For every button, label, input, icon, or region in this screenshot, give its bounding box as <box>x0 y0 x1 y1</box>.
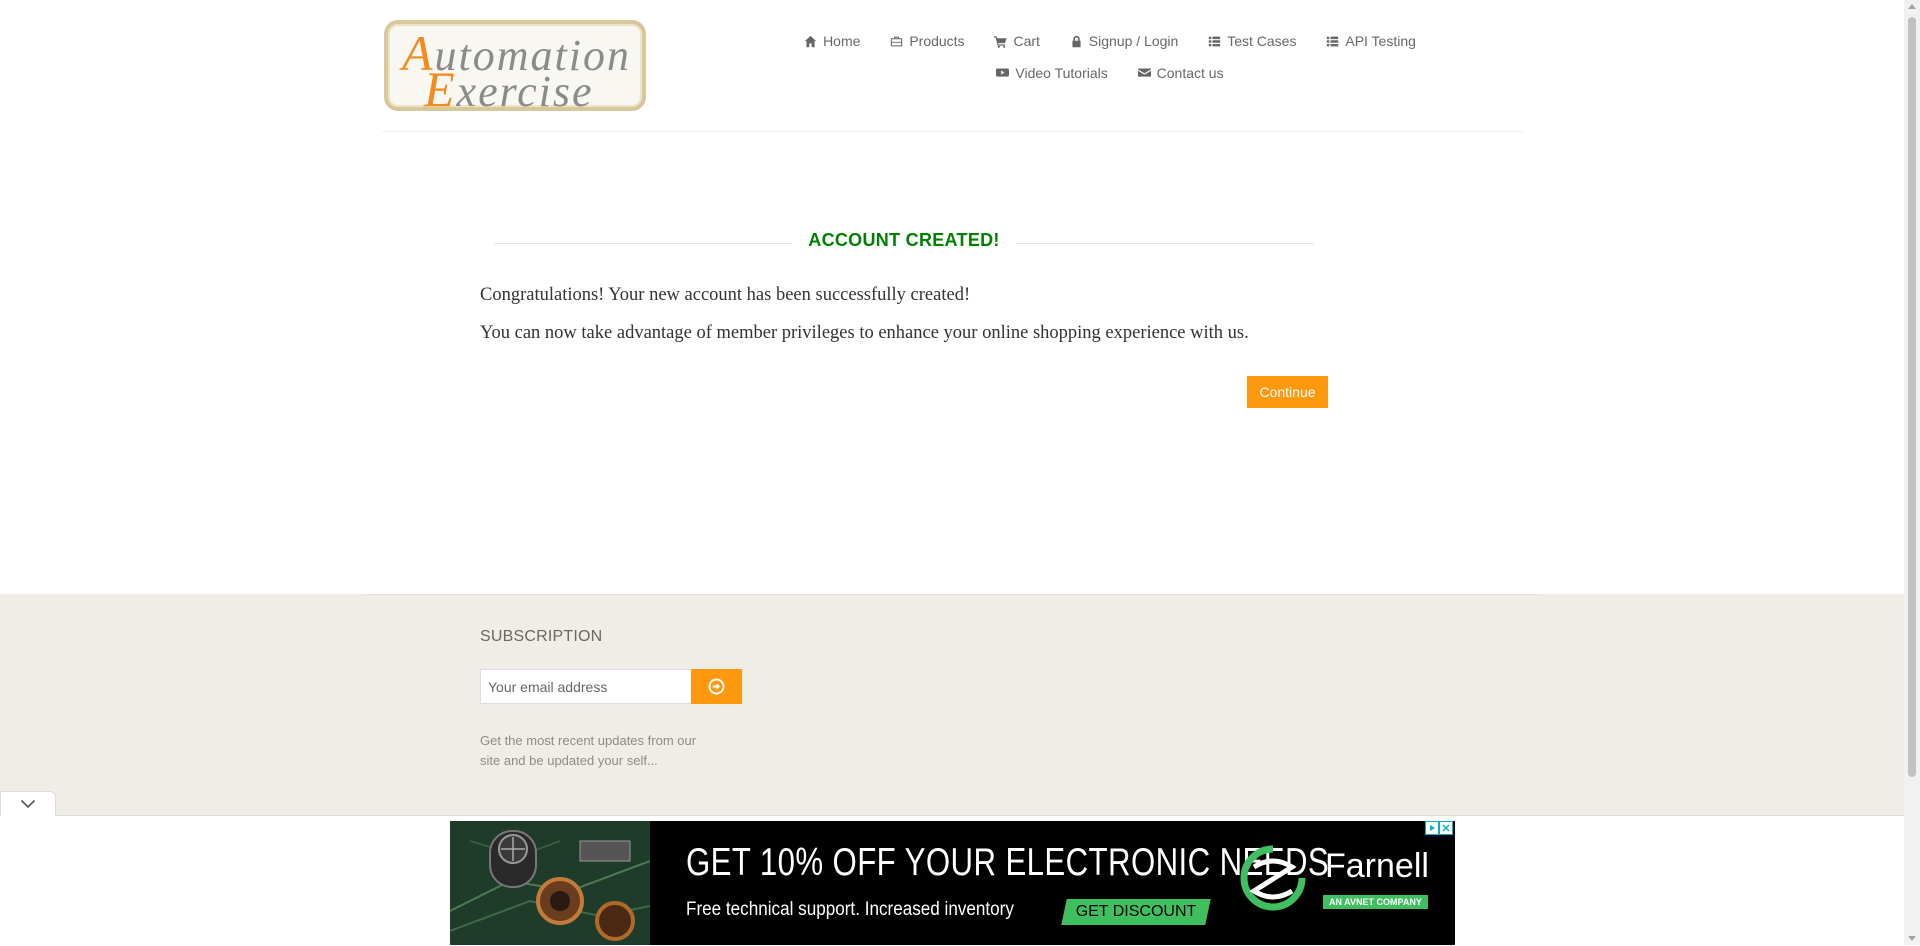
ad-get-discount-button[interactable]: GET DISCOUNT <box>1061 899 1211 925</box>
nav-signup-login[interactable]: Signup / Login <box>1070 26 1178 56</box>
ad-circuit-board-image <box>450 821 651 945</box>
arrow-circle-right-icon <box>708 678 725 695</box>
list-icon <box>1327 36 1339 46</box>
subscription-title: SUBSCRIPTION <box>480 628 603 645</box>
title-rule-right <box>1016 243 1314 244</box>
ad-banner[interactable]: GET 10% OFF YOUR ELECTRONIC NEEDS Free t… <box>450 821 1455 945</box>
page-scrollbar[interactable] <box>1904 0 1920 945</box>
nav-video-tutorials[interactable]: Video Tutorials <box>996 58 1108 88</box>
farnell-logo-icon <box>1240 845 1306 911</box>
main-nav: Home Products Cart Signup / Login Test C… <box>780 26 1440 89</box>
footer-divider <box>366 594 1538 595</box>
ad-subline: Free technical support. Increased invent… <box>686 899 1014 920</box>
subscription-description: Get the most recent updates from our sit… <box>480 733 697 768</box>
youtube-play-icon <box>996 68 1010 77</box>
privileges-message: You can now take advantage of member pri… <box>480 323 1249 343</box>
briefcase-icon <box>891 36 903 46</box>
site-logo[interactable]: Automation Exercise <box>384 20 646 117</box>
nav-products[interactable]: Products <box>890 26 965 56</box>
nav-api-testing[interactable]: API Testing <box>1326 26 1416 56</box>
nav-home[interactable]: Home <box>804 26 860 56</box>
footer-widget: SUBSCRIPTION Get the most recent updates… <box>0 594 1904 816</box>
logo-line-2: Exercise <box>424 61 594 117</box>
continue-button[interactable]: Continue <box>1247 376 1328 408</box>
ad-brand-name: Farnell <box>1325 847 1429 885</box>
nav-contact-us[interactable]: Contact us <box>1137 58 1224 88</box>
scrollbar-thumb[interactable] <box>1908 17 1916 777</box>
subscription-email-input[interactable] <box>480 669 692 704</box>
lock-icon <box>1072 35 1081 47</box>
home-icon <box>804 35 817 47</box>
account-created-heading: ACCOUNT CREATED! <box>494 230 1314 254</box>
success-message: Congratulations! Your new account has be… <box>480 285 971 305</box>
scroll-down-icon[interactable] <box>1908 936 1916 941</box>
circuit-board-illustration <box>450 821 651 945</box>
cart-icon <box>994 35 1008 48</box>
ad-collapse-tab[interactable] <box>0 791 56 816</box>
adchoices-icon[interactable] <box>1425 821 1439 835</box>
header-divider <box>382 131 1524 132</box>
site-header: Automation Exercise Home Products Cart S… <box>0 0 1904 132</box>
chevron-down-icon <box>20 799 36 809</box>
scroll-up-icon[interactable] <box>1908 4 1916 9</box>
ad-headline: GET 10% OFF YOUR ELECTRONIC NEEDS <box>686 841 1330 884</box>
nav-cart[interactable]: Cart <box>994 26 1040 56</box>
envelope-icon <box>1137 68 1151 77</box>
list-icon <box>1209 36 1221 46</box>
ad-close-icon[interactable] <box>1439 821 1453 835</box>
ad-choice-badges <box>1425 821 1453 835</box>
ad-brand-tagline: AN AVNET COMPANY <box>1323 895 1428 909</box>
page-title: ACCOUNT CREATED! <box>808 230 1000 250</box>
nav-test-cases[interactable]: Test Cases <box>1208 26 1296 56</box>
subscribe-button[interactable] <box>691 669 742 704</box>
